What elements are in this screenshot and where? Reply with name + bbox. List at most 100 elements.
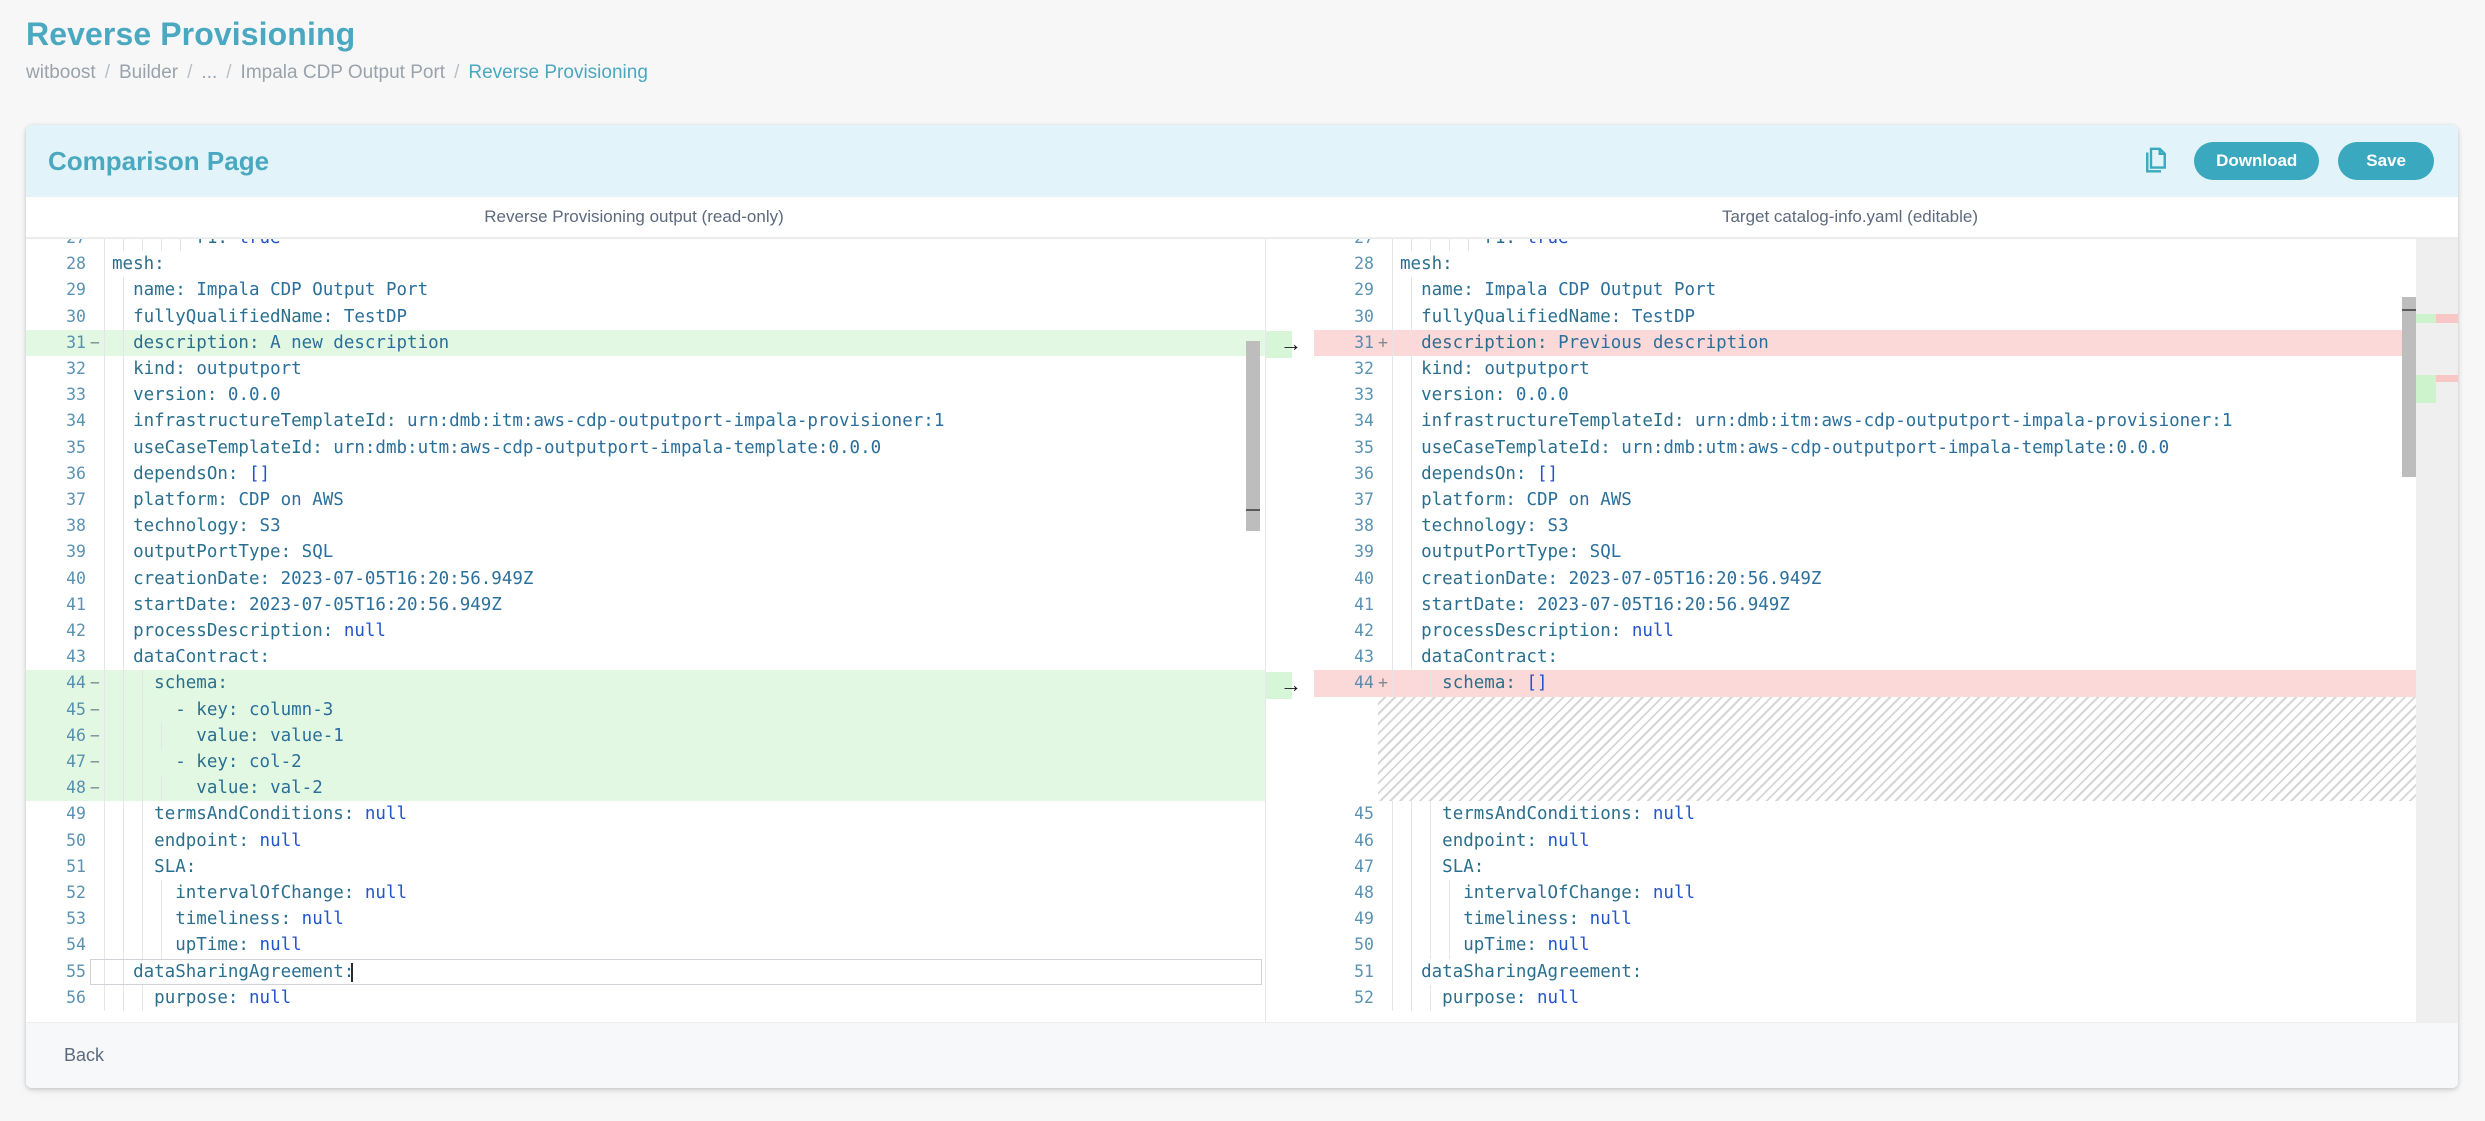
code-line[interactable]: 44− schema: <box>26 670 1266 696</box>
code-line[interactable]: 48 intervalOfChange: null <box>1314 880 2458 906</box>
code-line[interactable]: 41 startDate: 2023-07-05T16:20:56.949Z <box>1314 592 2458 618</box>
code-line[interactable]: 49 termsAndConditions: null <box>26 801 1266 827</box>
code-line[interactable]: 31− description: A new description <box>26 330 1266 356</box>
code-line[interactable]: 44+ schema: [] <box>1314 670 2458 696</box>
change-arrow-line-31[interactable]: → <box>1278 331 1304 357</box>
code-line[interactable]: 45 termsAndConditions: null <box>1314 801 2458 827</box>
code-line[interactable]: 55 dataSharingAgreement: <box>26 959 1266 985</box>
line-number: 34 <box>26 408 90 434</box>
code-line[interactable]: 30 fullyQualifiedName: TestDP <box>26 304 1266 330</box>
code-line[interactable]: 50 upTime: null <box>1314 932 2458 958</box>
diff-sign: − <box>90 749 104 775</box>
code-line[interactable]: 36 dependsOn: [] <box>1314 461 2458 487</box>
code-line[interactable]: 42 processDescription: null <box>1314 618 2458 644</box>
code-line[interactable]: 37 platform: CDP on AWS <box>26 487 1266 513</box>
code-line[interactable]: 52 intervalOfChange: null <box>26 880 1266 906</box>
code-line[interactable]: 49 timeliness: null <box>1314 906 2458 932</box>
line-number: 37 <box>26 487 90 513</box>
line-number: 55 <box>26 959 90 985</box>
code-line[interactable]: 52 purpose: null <box>1314 985 2458 1011</box>
code-line[interactable]: 33 version: 0.0.0 <box>1314 382 2458 408</box>
code-line[interactable]: 38 technology: S3 <box>26 513 1266 539</box>
right-scrollbar-thumb[interactable] <box>2402 297 2416 477</box>
line-number: 39 <box>1314 539 1378 565</box>
diff-sign <box>1378 644 1392 670</box>
code-line[interactable]: 34 infrastructureTemplateId: urn:dmb:itm… <box>26 408 1266 434</box>
code-line[interactable]: 36 dependsOn: [] <box>26 461 1266 487</box>
code-line[interactable]: 48− value: val-2 <box>26 775 1266 801</box>
diff-sign <box>90 985 104 1011</box>
code-line[interactable]: 27 r1: true <box>26 239 1266 251</box>
overview-ruler[interactable] <box>2416 239 2458 1022</box>
code-line[interactable]: 37 platform: CDP on AWS <box>1314 487 2458 513</box>
code-line[interactable]: 39 outputPortType: SQL <box>1314 539 2458 565</box>
code-line[interactable]: 42 processDescription: null <box>26 618 1266 644</box>
code-text: technology: S3 <box>104 513 1266 539</box>
code-line[interactable]: 28mesh: <box>26 251 1266 277</box>
code-line[interactable]: 45− - key: column-3 <box>26 697 1266 723</box>
code-line[interactable]: 40 creationDate: 2023-07-05T16:20:56.949… <box>1314 566 2458 592</box>
diff-pane-left[interactable]: 27 r1: true28mesh:29 name: Impala CDP Ou… <box>26 239 1266 1022</box>
code-line[interactable]: 34 infrastructureTemplateId: urn:dmb:itm… <box>1314 408 2458 434</box>
column-headers: Reverse Provisioning output (read-only) … <box>26 197 2458 238</box>
left-scrollbar-thumb[interactable] <box>1246 341 1260 531</box>
code-line[interactable]: 47− - key: col-2 <box>26 749 1266 775</box>
line-number: 30 <box>1314 304 1378 330</box>
code-line[interactable]: 29 name: Impala CDP Output Port <box>1314 277 2458 303</box>
code-line[interactable]: 31+ description: Previous description <box>1314 330 2458 356</box>
code-line[interactable]: 43 dataContract: <box>1314 644 2458 670</box>
code-line[interactable]: 51 SLA: <box>26 854 1266 880</box>
code-line[interactable]: 39 outputPortType: SQL <box>26 539 1266 565</box>
code-line[interactable]: 32 kind: outputport <box>1314 356 2458 382</box>
left-vertical-scrollbar[interactable] <box>1246 239 1260 1022</box>
code-line[interactable]: 35 useCaseTemplateId: urn:dmb:utm:aws-cd… <box>1314 435 2458 461</box>
left-code-scroll[interactable]: 27 r1: true28mesh:29 name: Impala CDP Ou… <box>26 239 1266 1022</box>
code-line[interactable]: 43 dataContract: <box>26 644 1266 670</box>
code-line[interactable]: 38 technology: S3 <box>1314 513 2458 539</box>
code-line[interactable]: 33 version: 0.0.0 <box>26 382 1266 408</box>
code-line[interactable]: 46 endpoint: null <box>1314 828 2458 854</box>
code-line[interactable]: 47 SLA: <box>1314 854 2458 880</box>
code-text: creationDate: 2023-07-05T16:20:56.949Z <box>104 566 1266 592</box>
right-vertical-scrollbar[interactable] <box>2402 239 2416 1022</box>
code-text: intervalOfChange: null <box>104 880 1266 906</box>
breadcrumb-item-reverse-provisioning[interactable]: Reverse Provisioning <box>468 62 648 84</box>
code-line[interactable]: 27 r1: true <box>1314 239 2458 251</box>
code-text: timeliness: null <box>1392 906 2458 932</box>
breadcrumb-item-builder[interactable]: Builder <box>119 62 178 84</box>
overview-marker-removed-1 <box>2436 314 2458 323</box>
breadcrumb-item-ellipsis[interactable]: ... <box>201 62 217 84</box>
code-line[interactable]: 46− value: value-1 <box>26 723 1266 749</box>
download-button[interactable]: Download <box>2194 142 2319 180</box>
diff-sign <box>90 304 104 330</box>
change-arrow-line-44[interactable]: → <box>1278 672 1304 698</box>
copy-button[interactable] <box>2137 142 2175 180</box>
code-line[interactable]: 35 useCaseTemplateId: urn:dmb:utm:aws-cd… <box>26 435 1266 461</box>
line-number: 41 <box>26 592 90 618</box>
diff-sign <box>90 487 104 513</box>
back-button[interactable]: Back <box>54 1039 114 1072</box>
diff-pane-right[interactable]: 27 r1: true28mesh:29 name: Impala CDP Ou… <box>1314 239 2458 1022</box>
right-code-scroll[interactable]: 27 r1: true28mesh:29 name: Impala CDP Ou… <box>1314 239 2458 1022</box>
breadcrumb-separator: / <box>96 62 119 84</box>
code-line[interactable]: 51 dataSharingAgreement: <box>1314 959 2458 985</box>
code-line[interactable]: 29 name: Impala CDP Output Port <box>26 277 1266 303</box>
code-line[interactable]: 41 startDate: 2023-07-05T16:20:56.949Z <box>26 592 1266 618</box>
breadcrumb-item-impala-cdp-output-port[interactable]: Impala CDP Output Port <box>241 62 446 84</box>
code-text: SLA: <box>1392 854 2458 880</box>
code-line[interactable]: 32 kind: outputport <box>26 356 1266 382</box>
code-text: useCaseTemplateId: urn:dmb:utm:aws-cdp-o… <box>1392 435 2458 461</box>
diff-sign <box>1378 566 1392 592</box>
code-text: fullyQualifiedName: TestDP <box>1392 304 2458 330</box>
code-line[interactable]: 28mesh: <box>1314 251 2458 277</box>
code-line[interactable]: 50 endpoint: null <box>26 828 1266 854</box>
diff-sign <box>1378 828 1392 854</box>
code-line[interactable]: 30 fullyQualifiedName: TestDP <box>1314 304 2458 330</box>
breadcrumb-item-witboost[interactable]: witboost <box>26 62 96 84</box>
diff-sign <box>1378 854 1392 880</box>
code-line[interactable]: 40 creationDate: 2023-07-05T16:20:56.949… <box>26 566 1266 592</box>
code-line[interactable]: 53 timeliness: null <box>26 906 1266 932</box>
save-button[interactable]: Save <box>2338 142 2434 180</box>
code-line[interactable]: 54 upTime: null <box>26 932 1266 958</box>
code-line[interactable]: 56 purpose: null <box>26 985 1266 1011</box>
